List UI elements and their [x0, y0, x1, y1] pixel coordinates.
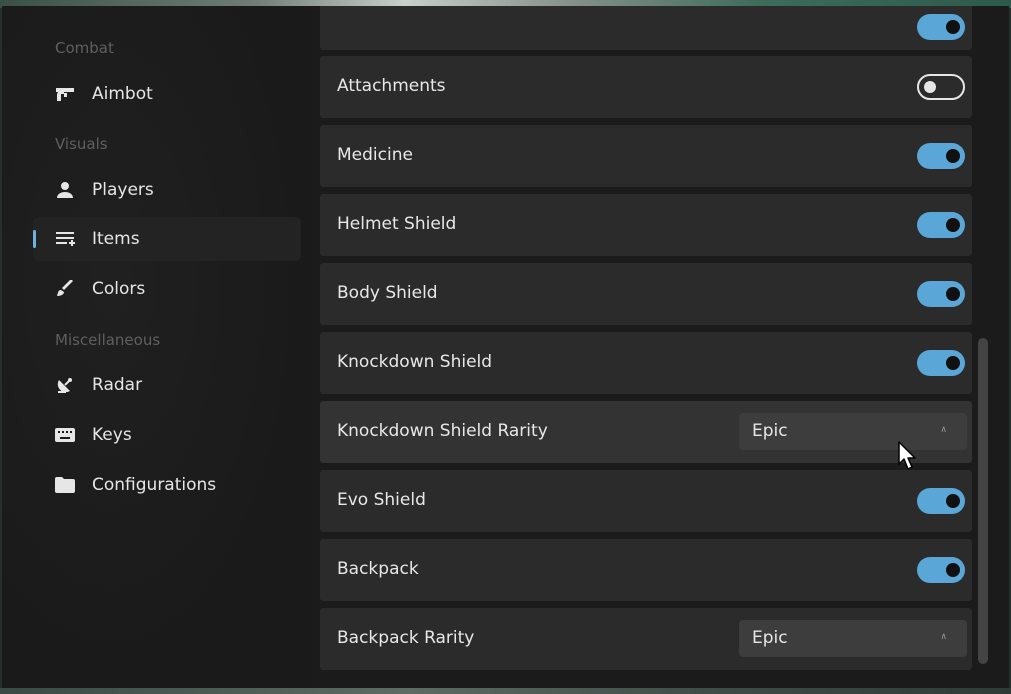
helmet-shield-toggle[interactable] [917, 212, 965, 238]
sidebar-item-label: Players [92, 180, 154, 200]
active-indicator [33, 230, 36, 248]
menu-window: Combat Aimbot Visuals Players Items Colo… [2, 6, 1009, 688]
sidebar: Combat Aimbot Visuals Players Items Colo… [2, 6, 312, 688]
backpack-rarity-select[interactable]: Epic ∧ [739, 620, 967, 657]
settings-row-backpack: Backpack [320, 539, 972, 601]
setting-label: Backpack [337, 559, 419, 579]
sidebar-item-keys[interactable]: Keys [33, 413, 301, 457]
toggle-knob [946, 218, 960, 232]
toggle-knob [946, 287, 960, 301]
sidebar-item-items[interactable]: Items [33, 217, 301, 261]
setting-label: Evo Shield [337, 490, 426, 510]
setting-label: Knockdown Shield Rarity [337, 421, 548, 441]
settings-row-body-shield: Body Shield [320, 263, 972, 325]
sidebar-item-label: Colors [92, 279, 146, 299]
knockdown-shield-toggle[interactable] [917, 350, 965, 376]
setting-label: Backpack Rarity [337, 628, 475, 648]
medicine-toggle[interactable] [917, 143, 965, 169]
settings-row-evo-shield: Evo Shield [320, 470, 972, 532]
sidebar-item-label: Aimbot [92, 84, 153, 104]
settings-list: Attachments Medicine Helmet Shield Body … [320, 6, 974, 688]
sidebar-item-players[interactable]: Players [33, 168, 301, 212]
toggle-knob [946, 563, 960, 577]
sidebar-item-label: Items [92, 229, 140, 249]
chevron-up-icon: ∧ [940, 425, 947, 435]
settings-row-medicine: Medicine [320, 125, 972, 187]
scrollbar-thumb[interactable] [978, 338, 988, 664]
playlist-add-icon [55, 229, 75, 249]
toggle-knob [946, 494, 960, 508]
settings-row-knockdown-shield-rarity: Knockdown Shield Rarity Epic ∧ [320, 401, 972, 463]
person-icon [55, 180, 75, 200]
section-label-visuals: Visuals [55, 135, 108, 153]
sidebar-item-radar[interactable]: Radar [33, 363, 301, 407]
select-value: Epic [752, 628, 788, 648]
setting-label: Medicine [337, 145, 413, 165]
settings-row-helmet-shield: Helmet Shield [320, 194, 972, 256]
setting-label: Attachments [337, 76, 446, 96]
toggle-knob [946, 356, 960, 370]
setting-label: Knockdown Shield [337, 352, 493, 372]
folder-icon [55, 475, 75, 495]
sidebar-item-label: Keys [92, 425, 132, 445]
mouse-cursor-icon [898, 441, 916, 470]
sidebar-item-label: Configurations [92, 475, 217, 495]
chevron-up-icon: ∧ [940, 632, 947, 642]
knockdown-shield-rarity-select[interactable]: Epic ∧ [739, 413, 967, 450]
gun-icon [55, 84, 75, 104]
settings-row-attachments: Attachments [320, 56, 972, 118]
section-label-combat: Combat [55, 39, 114, 57]
select-value: Epic [752, 421, 788, 441]
satellite-dish-icon [55, 375, 75, 395]
toggle-switch[interactable] [917, 14, 965, 40]
settings-row-partial [320, 6, 972, 50]
settings-row-backpack-rarity: Backpack Rarity Epic ∧ [320, 608, 972, 670]
sidebar-item-label: Radar [92, 375, 143, 395]
sidebar-item-aimbot[interactable]: Aimbot [33, 72, 301, 116]
section-label-miscellaneous: Miscellaneous [55, 331, 161, 349]
toggle-knob [924, 81, 936, 93]
setting-label: Body Shield [337, 283, 438, 303]
evo-shield-toggle[interactable] [917, 488, 965, 514]
settings-row-knockdown-shield: Knockdown Shield [320, 332, 972, 394]
sidebar-item-colors[interactable]: Colors [33, 267, 301, 311]
backpack-toggle[interactable] [917, 557, 965, 583]
toggle-knob [946, 149, 960, 163]
attachments-toggle[interactable] [917, 74, 965, 100]
body-shield-toggle[interactable] [917, 281, 965, 307]
sidebar-item-configurations[interactable]: Configurations [33, 463, 301, 507]
brush-icon [55, 279, 75, 299]
background-strip-bottom [0, 688, 1011, 694]
setting-label: Helmet Shield [337, 214, 457, 234]
keyboard-icon [55, 425, 75, 445]
